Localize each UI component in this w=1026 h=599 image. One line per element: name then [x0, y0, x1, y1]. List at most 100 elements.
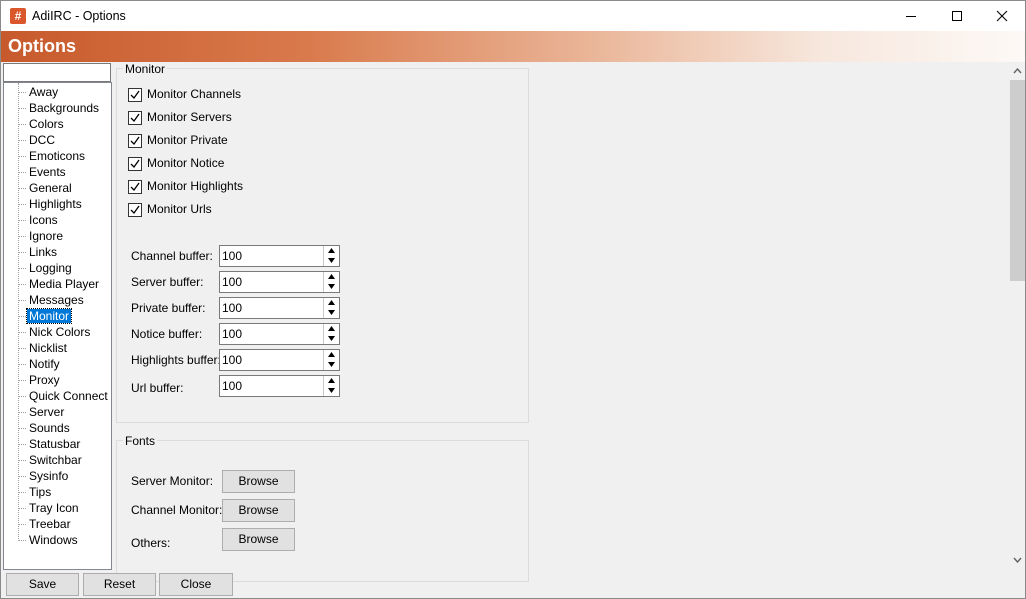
checkbox-label: Monitor Notice [147, 156, 225, 170]
checkbox-label: Monitor Channels [147, 87, 242, 101]
checkmark-icon [130, 136, 140, 146]
private-buffer-label: Private buffer: [131, 301, 206, 315]
maximize-button[interactable] [934, 1, 980, 31]
tree-item-label: Sounds [29, 421, 70, 435]
window-title: AdiIRC - Options [32, 9, 126, 23]
spin-up-button[interactable] [324, 298, 339, 308]
tree-connector-line [18, 83, 19, 541]
tree-item-label: Tips [29, 485, 52, 499]
chevron-down-icon [1013, 557, 1022, 563]
options-header: Options [1, 31, 1025, 62]
server-monitor-browse-button[interactable]: Browse [222, 470, 295, 493]
arrow-up-icon [328, 274, 335, 279]
spin-down-button[interactable] [324, 360, 339, 370]
options-search-input[interactable] [3, 63, 111, 82]
spin-down-button[interactable] [324, 308, 339, 318]
save-button[interactable]: Save [6, 573, 79, 596]
options-tree[interactable]: Away Backgrounds Colors DCC Emoticons Ev… [3, 82, 112, 570]
highlights-buffer-stepper[interactable]: 100 [219, 349, 340, 371]
reset-button[interactable]: Reset [83, 573, 156, 596]
spin-value: 100 [222, 353, 243, 367]
spin-up-button[interactable] [324, 376, 339, 386]
arrow-down-icon [328, 362, 335, 367]
tree-item-label: Nicklist [29, 341, 67, 355]
channel-monitor-font-label: Channel Monitor: [131, 503, 223, 517]
tree-item-label: Statusbar [29, 437, 81, 451]
channel-buffer-stepper[interactable]: 100 [219, 245, 340, 267]
tree-item-label: Nick Colors [29, 325, 91, 339]
server-monitor-font-label: Server Monitor: [131, 474, 214, 488]
chevron-up-icon [1013, 68, 1022, 74]
arrow-down-icon [328, 336, 335, 341]
maximize-icon [952, 11, 962, 21]
tree-item-label: Colors [29, 117, 64, 131]
checkmark-icon [130, 159, 140, 169]
tree-item-label: Backgrounds [29, 101, 100, 115]
spin-down-button[interactable] [324, 282, 339, 292]
tree-item-label: Proxy [29, 373, 60, 387]
arrow-down-icon [328, 258, 335, 263]
spin-down-button[interactable] [324, 386, 339, 396]
channel-monitor-browse-button[interactable]: Browse [222, 499, 295, 522]
tree-item-label: Emoticons [29, 149, 86, 163]
spin-up-button[interactable] [324, 246, 339, 256]
spin-value: 100 [222, 327, 243, 341]
tree-item-label: Windows [29, 533, 78, 547]
arrow-down-icon [328, 388, 335, 393]
spin-value: 100 [222, 275, 243, 289]
checkbox-label: Monitor Highlights [147, 179, 244, 193]
checkmark-icon [130, 113, 140, 123]
tree-item-label: DCC [29, 133, 55, 147]
tree-item-label: Switchbar [29, 453, 82, 467]
spin-up-button[interactable] [324, 350, 339, 360]
notice-buffer-label: Notice buffer: [131, 327, 203, 341]
arrow-down-icon [328, 284, 335, 289]
tree-item-label: Notify [29, 357, 60, 371]
tree-item-label: Icons [29, 213, 58, 227]
channel-buffer-label: Channel buffer: [131, 249, 213, 263]
spin-down-button[interactable] [324, 256, 339, 266]
checkbox-label: Monitor Private [147, 133, 228, 147]
spin-up-button[interactable] [324, 324, 339, 334]
spin-value: 100 [222, 379, 243, 393]
spin-down-button[interactable] [324, 334, 339, 344]
minimize-icon [906, 16, 916, 17]
tree-item-label: Treebar [29, 517, 71, 531]
server-buffer-label: Server buffer: [131, 275, 204, 289]
spin-up-button[interactable] [324, 272, 339, 282]
scroll-up-button[interactable] [1009, 63, 1025, 80]
others-browse-button[interactable]: Browse [222, 528, 295, 551]
close-button[interactable]: Close [159, 573, 233, 596]
monitor-group-label: Monitor [123, 62, 168, 76]
checkmark-icon [130, 90, 140, 100]
fonts-group-label: Fonts [123, 434, 158, 448]
tree-item-label: General [29, 181, 72, 195]
app-icon: # [10, 8, 26, 24]
tree-item-label: Quick Connect [29, 389, 108, 403]
tree-item-label: Server [29, 405, 65, 419]
arrow-up-icon [328, 352, 335, 357]
tree-item-label: Ignore [29, 229, 64, 243]
spin-value: 100 [222, 249, 243, 263]
notice-buffer-stepper[interactable]: 100 [219, 323, 340, 345]
tree-item-label: Media Player [29, 277, 100, 291]
checkmark-icon [130, 182, 140, 192]
tree-item-label: Links [29, 245, 58, 259]
tree-item-label: Highlights [29, 197, 82, 211]
tree-item-label: Events [29, 165, 66, 179]
tree-item-label: Monitor [25, 308, 73, 324]
url-buffer-stepper[interactable]: 100 [219, 375, 340, 397]
others-font-label: Others: [131, 536, 171, 550]
server-buffer-stepper[interactable]: 100 [219, 271, 340, 293]
tree-item-label: Sysinfo [29, 469, 69, 483]
tree-item-label: Messages [29, 293, 84, 307]
scroll-down-button[interactable] [1009, 552, 1025, 569]
vertical-scrollbar[interactable] [1009, 63, 1025, 569]
private-buffer-stepper[interactable]: 100 [219, 297, 340, 319]
minimize-button[interactable] [888, 1, 934, 31]
arrow-up-icon [328, 326, 335, 331]
arrow-up-icon [328, 248, 335, 253]
close-window-button[interactable] [979, 1, 1025, 31]
scroll-thumb[interactable] [1010, 80, 1025, 281]
title-bar: # AdiIRC - Options [1, 1, 1025, 31]
